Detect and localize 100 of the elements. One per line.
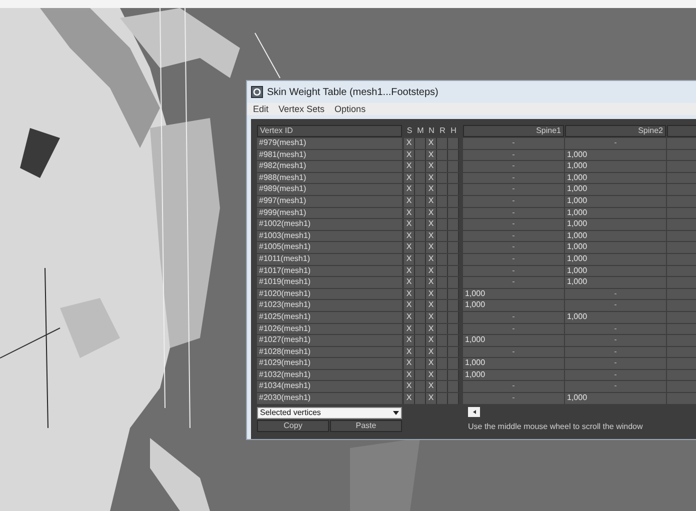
table-cell[interactable]: #1025(mesh1) [257,312,402,322]
table-cell[interactable]: 1,000 [565,172,666,184]
table-cell[interactable]: X [426,242,437,253]
table-cell[interactable]: X [404,150,415,160]
table-cell[interactable]: X [404,172,415,184]
table-cell[interactable]: #999(mesh1) [257,208,402,218]
table-cell[interactable]: - [463,346,564,358]
table-cell[interactable]: 1,000 [565,196,666,207]
table-cell[interactable]: - [463,266,564,276]
table-cell[interactable]: 1,000 [565,150,666,160]
table-cell[interactable]: X [426,230,437,242]
table-cell[interactable]: - [463,312,564,322]
table-cell[interactable]: X [404,288,415,300]
table-cell[interactable]: 1,000 [463,358,564,369]
table-cell[interactable]: X [426,161,437,172]
table-cell[interactable]: X [404,370,415,380]
table-cell[interactable]: X [404,358,415,369]
table-cell[interactable]: - [463,184,564,195]
table-cell[interactable]: X [426,381,437,392]
table-cell[interactable]: X [404,184,415,195]
table-cell[interactable]: X [404,266,415,276]
table-cell[interactable]: - [565,370,666,380]
table-cell[interactable]: 1,000 [565,230,666,242]
table-cell[interactable]: #1011(mesh1) [257,254,402,265]
table-cell[interactable]: - [565,288,666,300]
table-cell[interactable]: - [463,230,564,242]
table-button[interactable]: Paste [330,420,402,432]
table-cell[interactable]: - [463,324,564,334]
table-cell[interactable]: - [463,196,564,207]
table-cell[interactable]: 1,000 [565,277,666,288]
table-cell[interactable]: X [404,208,415,218]
table-cell[interactable]: - [463,277,564,288]
table-cell[interactable]: X [404,277,415,288]
table-cell[interactable]: 1,000 [565,312,666,322]
table-cell[interactable]: X [426,219,437,230]
table-cell[interactable]: X [426,150,437,160]
table-cell[interactable]: 1,000 [463,288,564,300]
table-cell[interactable]: - [463,138,564,149]
table-cell[interactable]: X [404,324,415,334]
table-cell[interactable]: X [426,208,437,218]
table-cell[interactable]: 1,000 [565,242,666,253]
table-cell[interactable]: 1,000 [463,370,564,380]
table-cell[interactable]: X [404,230,415,242]
table-cell[interactable]: - [463,242,564,253]
table-cell[interactable]: 1,000 [565,184,666,195]
table-cell[interactable]: X [426,196,437,207]
table-button[interactable]: Copy [257,420,329,432]
table-cell[interactable]: - [463,208,564,218]
table-cell[interactable]: 1,000 [565,254,666,265]
table-cell[interactable]: 1,000 [565,266,666,276]
table-cell[interactable]: #2030(mesh1) [257,393,402,404]
table-cell[interactable]: - [463,172,564,184]
table-cell[interactable]: X [426,358,437,369]
menu-item[interactable]: Options [334,104,366,114]
table-cell[interactable]: 1,000 [565,219,666,230]
table-cell[interactable]: X [426,346,437,358]
menu-item[interactable]: Edit [253,104,269,114]
table-cell[interactable]: X [404,254,415,265]
table-cell[interactable]: - [565,381,666,392]
table-cell[interactable]: X [426,172,437,184]
table-cell[interactable]: #979(mesh1) [257,138,402,149]
table-cell[interactable]: #997(mesh1) [257,196,402,207]
table-cell[interactable]: X [426,324,437,334]
table-cell[interactable]: 1,000 [565,208,666,218]
table-cell[interactable]: - [565,300,666,311]
table-cell[interactable]: X [426,288,437,300]
table-cell[interactable]: #1027(mesh1) [257,335,402,346]
table-cell[interactable]: X [404,312,415,322]
table-cell[interactable]: X [426,393,437,404]
table-cell[interactable]: X [404,138,415,149]
table-cell[interactable]: #1028(mesh1) [257,346,402,358]
table-cell[interactable]: X [404,381,415,392]
table-cell[interactable]: X [404,219,415,230]
table-cell[interactable]: - [565,358,666,369]
table-cell[interactable]: - [463,381,564,392]
table-cell[interactable]: - [565,335,666,346]
table-cell[interactable]: X [426,277,437,288]
table-cell[interactable]: X [426,138,437,149]
table-cell[interactable]: X [404,346,415,358]
table-cell[interactable]: - [463,219,564,230]
table-cell[interactable]: X [426,184,437,195]
table-cell[interactable]: #981(mesh1) [257,150,402,160]
table-cell[interactable]: #1020(mesh1) [257,288,402,300]
table-cell[interactable]: X [404,335,415,346]
table-cell[interactable]: - [565,324,666,334]
table-cell[interactable]: X [404,161,415,172]
table-cell[interactable]: X [426,370,437,380]
table-cell[interactable]: #1005(mesh1) [257,242,402,253]
table-cell[interactable]: #1023(mesh1) [257,300,402,311]
table-cell[interactable]: X [404,242,415,253]
table-cell[interactable]: #989(mesh1) [257,184,402,195]
table-cell[interactable]: - [565,346,666,358]
scroll-left-button[interactable] [468,406,480,417]
table-cell[interactable]: - [463,254,564,265]
table-cell[interactable]: #982(mesh1) [257,161,402,172]
table-cell[interactable]: X [426,312,437,322]
vertex-filter-dropdown[interactable]: Selected vertices [257,406,402,419]
table-cell[interactable]: - [565,138,666,149]
table-cell[interactable]: 1,000 [565,161,666,172]
menu-item[interactable]: Vertex Sets [278,104,325,114]
